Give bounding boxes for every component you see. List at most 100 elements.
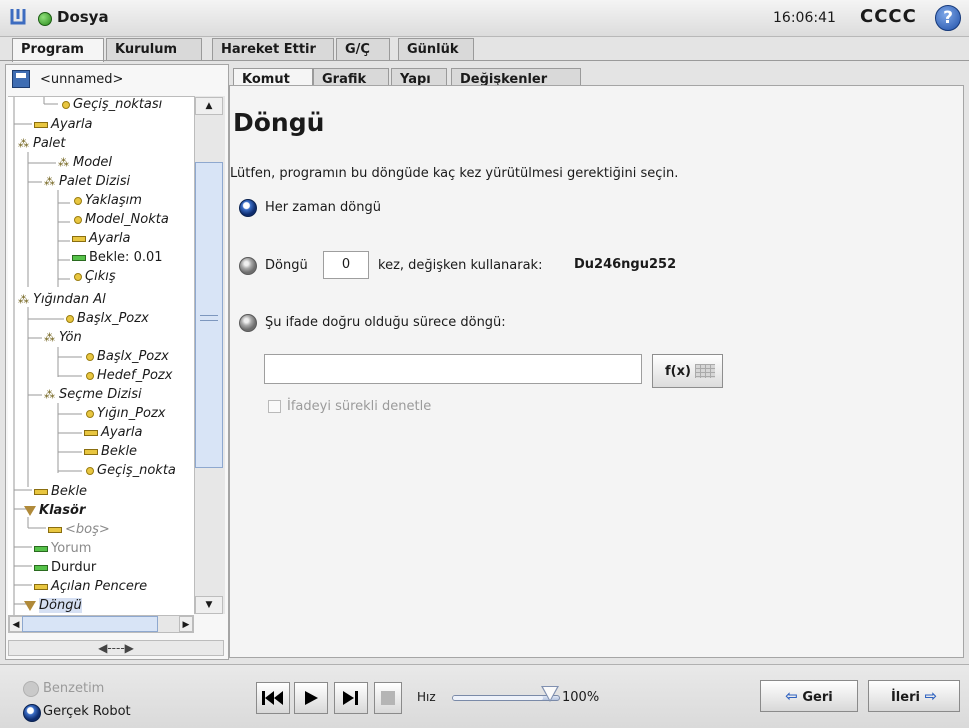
pallet-icon: ⁂ <box>18 137 29 150</box>
comment-icon <box>34 545 48 552</box>
waypoint-icon <box>74 272 82 281</box>
tree-item[interactable]: ⁂ Palet Dizisi <box>44 172 130 191</box>
tree-item[interactable]: Geçiş_noktası <box>62 97 162 114</box>
waypoint-icon <box>74 196 82 205</box>
formula-button[interactable]: f(x) <box>652 354 723 388</box>
stop-button[interactable] <box>374 682 402 714</box>
grip-icon <box>200 315 218 321</box>
real-robot-label[interactable]: Gerçek Robot <box>43 704 131 719</box>
tree-item[interactable]: Ayarla <box>84 423 142 442</box>
tab-kurulum[interactable]: Kurulum <box>106 38 202 60</box>
help-icon[interactable]: ? <box>935 5 961 31</box>
real-robot-radio[interactable] <box>23 704 41 722</box>
set-icon <box>72 235 86 242</box>
radio-expression-loop-label[interactable]: Şu ifade doğru olduğu sürece döngü: <box>265 315 506 330</box>
count-suffix-label: kez, değişken kullanarak: <box>378 258 543 273</box>
waypoint-icon <box>86 466 94 475</box>
radio-always-loop[interactable] <box>239 199 257 217</box>
arrow-left-icon: ⇦ <box>785 687 798 705</box>
tree-item[interactable]: ⁂ Model <box>58 153 112 172</box>
tab-program[interactable]: Program <box>12 38 104 62</box>
empty-icon <box>48 526 62 533</box>
step-icon <box>343 691 358 705</box>
tree-item[interactable]: ⁂ Palet <box>18 134 66 153</box>
instruction-text: Lütfen, programın bu döngüde kaç kez yür… <box>230 166 679 181</box>
radio-count-loop-label[interactable]: Döngü <box>265 258 308 273</box>
file-menu[interactable]: Dosya <box>57 8 109 26</box>
loop-icon <box>24 600 36 611</box>
tree-item[interactable]: Bekle: 0.01 <box>72 248 163 267</box>
simulation-radio[interactable] <box>23 681 39 697</box>
tree-item[interactable]: ⁂ Yığından Al <box>18 290 106 309</box>
robot-name: CCCC <box>860 6 917 27</box>
loop-count-input[interactable]: 0 <box>323 251 369 279</box>
ur-logo-icon <box>10 9 26 25</box>
tree-item[interactable]: Geçiş_nokta <box>86 461 176 480</box>
tree-item[interactable]: Başlx_Pozx <box>86 347 169 366</box>
back-button[interactable]: ⇦ Geri <box>760 680 858 712</box>
play-button[interactable] <box>294 682 328 714</box>
tab-hareket-ettir[interactable]: Hareket Ettir <box>212 38 334 60</box>
play-icon <box>305 691 318 705</box>
save-icon[interactable] <box>12 70 30 88</box>
waypoint-icon <box>74 215 82 224</box>
pallet-icon: ⁂ <box>44 175 55 188</box>
tree-item[interactable]: ⁂ Seçme Dizisi <box>44 385 142 404</box>
tree-hscroll-thumb[interactable] <box>22 616 158 632</box>
program-filename: <unnamed> <box>40 72 124 87</box>
halt-icon <box>34 564 48 571</box>
grid-icon <box>695 364 715 378</box>
next-button[interactable]: İleri ⇨ <box>868 680 960 712</box>
tree-item[interactable]: Klasör <box>24 501 85 520</box>
formula-button-label: f(x) <box>665 364 691 379</box>
pallet-icon: ⁂ <box>58 156 69 169</box>
scroll-right-icon[interactable]: ▶ <box>179 616 193 632</box>
tree-item[interactable]: Yaklaşım <box>74 191 142 210</box>
radio-always-loop-label[interactable]: Her zaman döngü <box>265 200 381 215</box>
tree-item[interactable]: ⁂ Yön <box>44 328 82 347</box>
set-icon <box>34 121 48 128</box>
scroll-down-icon[interactable]: ▼ <box>195 596 223 614</box>
tree-item-selected[interactable]: Döngü <box>24 596 82 615</box>
arrow-right-icon: ⇨ <box>924 687 938 705</box>
status-indicator-icon <box>38 12 52 26</box>
waypoint-icon <box>86 409 94 418</box>
tree-item[interactable]: Açılan Pencere <box>34 577 147 596</box>
radio-expression-loop[interactable] <box>239 314 257 332</box>
panel-resize-handle[interactable]: ◀----▶ <box>8 640 224 656</box>
tree-item[interactable]: Durdur <box>34 558 96 577</box>
simulation-label[interactable]: Benzetim <box>43 681 104 696</box>
tree-item[interactable]: Yorum <box>34 539 91 558</box>
tree-item[interactable]: Model_Nokta <box>74 210 169 229</box>
wait-icon <box>34 488 48 495</box>
scroll-up-icon[interactable]: ▲ <box>195 97 223 115</box>
tree-item[interactable]: Hedef_Pozx <box>86 366 172 385</box>
program-tree[interactable]: Geçiş_noktası Ayarla ⁂ Palet ⁂ Model ⁂ Pale… <box>8 96 194 615</box>
clock: 16:06:41 <box>773 10 836 26</box>
tree-item[interactable]: <boş> <box>48 520 110 539</box>
waypoint-icon <box>62 100 70 109</box>
tab-gunluk[interactable]: Günlük <box>398 38 474 60</box>
popup-icon <box>34 583 48 590</box>
pallet-icon: ⁂ <box>18 293 29 306</box>
speed-slider-thumb-inner <box>543 687 557 700</box>
tree-item[interactable]: Ayarla <box>34 115 92 134</box>
continuous-check-checkbox[interactable] <box>268 400 281 413</box>
radio-count-loop[interactable] <box>239 257 257 275</box>
tree-item[interactable]: Bekle <box>84 442 137 461</box>
speed-slider-fill <box>453 696 543 700</box>
stop-icon <box>381 691 395 705</box>
rewind-button[interactable] <box>256 682 290 714</box>
tree-item[interactable]: Yığın_Pozx <box>86 404 165 423</box>
tree-item[interactable]: Ayarla <box>72 229 130 248</box>
speed-value: 100% <box>562 690 600 705</box>
step-button[interactable] <box>334 682 368 714</box>
tree-item[interactable]: Bekle <box>34 482 87 501</box>
tree-item[interactable]: Başlx_Pozx <box>66 309 149 328</box>
tab-io[interactable]: G/Ç <box>336 38 390 60</box>
expression-input[interactable] <box>264 354 642 384</box>
loop-variable-name: Du246ngu252 <box>574 257 677 272</box>
tree-item[interactable]: Çıkış <box>74 267 116 286</box>
scroll-left-icon[interactable]: ◀ <box>9 616 23 632</box>
set-icon <box>84 429 98 436</box>
